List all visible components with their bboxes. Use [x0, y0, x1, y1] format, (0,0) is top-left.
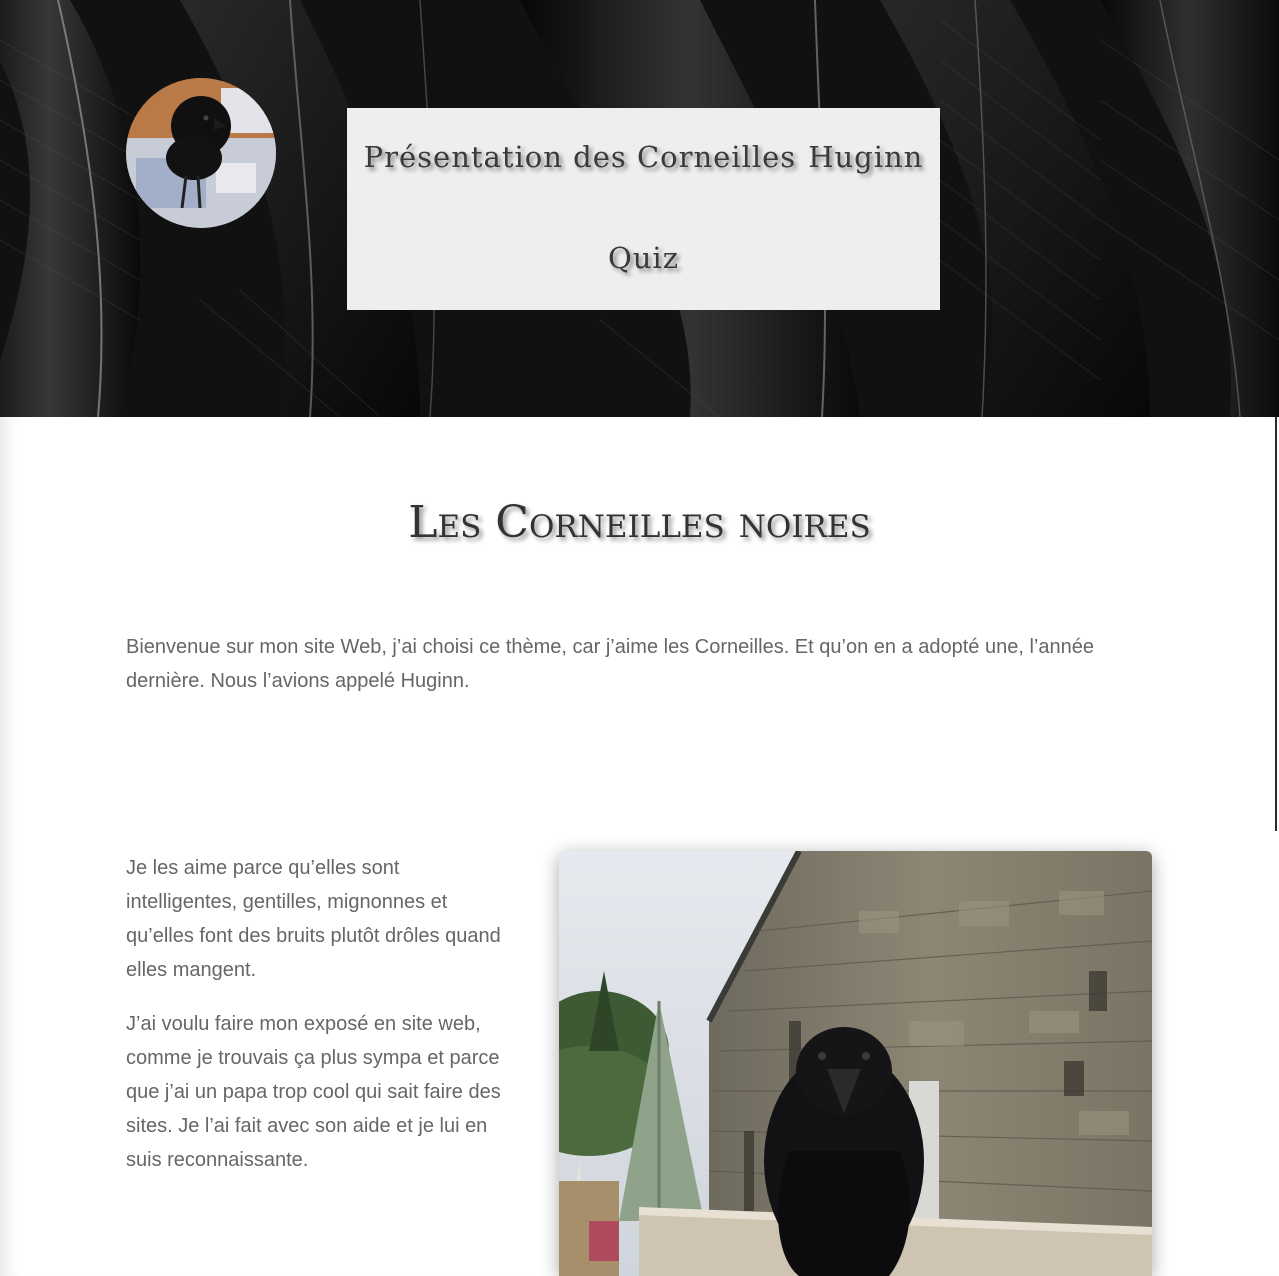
nav-row-2: Quiz: [347, 241, 940, 275]
nav-row-1: Présentation des Corneilles Huginn: [347, 140, 940, 174]
paragraph-website: J’ai voulu faire mon exposé en site web,…: [126, 1013, 501, 1171]
hero-header: Présentation des Corneilles Huginn Quiz: [0, 0, 1279, 417]
crow-photo-image: [559, 851, 1152, 1276]
text-column: Je les aime parce qu’elles sont intellig…: [126, 851, 511, 1197]
intro-paragraph: Bienvenue sur mon site Web, j’ai choisi …: [126, 636, 1094, 692]
page-title: Les Corneilles noires: [408, 497, 871, 548]
scrollbar-edge: [1275, 417, 1277, 831]
main-navigation: Présentation des Corneilles Huginn Quiz: [347, 108, 940, 310]
main-content: Les Corneilles noires Bienvenue sur mon …: [0, 417, 1279, 1276]
avatar[interactable]: [126, 78, 276, 228]
nav-link-huginn[interactable]: Huginn: [808, 140, 923, 174]
nav-link-presentation[interactable]: Présentation des Corneilles: [364, 140, 797, 174]
paragraph-why: Je les aime parce qu’elles sont intellig…: [126, 857, 501, 981]
crow-photo: [559, 851, 1152, 1276]
nav-link-quiz[interactable]: Quiz: [608, 241, 679, 275]
crow-avatar-image: [126, 78, 276, 228]
